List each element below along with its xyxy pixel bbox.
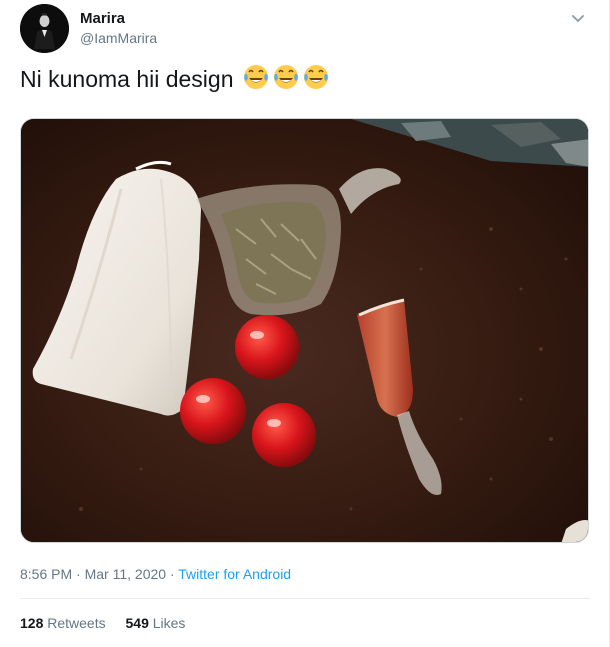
tweet-meta: 8:56 PM · Mar 11, 2020 · Twitter for And… [20, 565, 291, 583]
tears-of-joy-icon [302, 63, 330, 98]
avatar[interactable] [20, 4, 69, 53]
retweets-stat[interactable]: 128 Retweets [20, 614, 106, 632]
divider [20, 598, 590, 599]
more-options-button[interactable] [566, 8, 590, 32]
tweet-text: Ni kunoma hii design [20, 63, 330, 98]
retweets-label: Retweets [47, 615, 106, 631]
tweet-body: Ni kunoma hii design [20, 66, 234, 92]
tweet-time[interactable]: 8:56 PM [20, 566, 72, 582]
meta-separator: · [72, 566, 85, 582]
tweet-source-link[interactable]: Twitter for Android [178, 566, 291, 582]
retweets-count: 128 [20, 615, 44, 631]
meta-separator: · [166, 566, 179, 582]
likes-label: Likes [152, 615, 186, 631]
tweet-date[interactable]: Mar 11, 2020 [85, 566, 166, 582]
author-names: Marira @IamMarira [80, 10, 157, 48]
tweet-header: Marira @IamMarira [20, 4, 590, 54]
tweet-card: Marira @IamMarira Ni kunoma hii design 8… [0, 0, 610, 647]
chevron-down-icon [571, 11, 585, 29]
tweet-photo[interactable] [20, 118, 589, 543]
author-display-name[interactable]: Marira [80, 10, 157, 28]
author-handle[interactable]: @IamMarira [80, 28, 157, 48]
tweet-stats: 128 Retweets 549 Likes [20, 614, 201, 632]
tears-of-joy-icon [242, 63, 270, 98]
likes-count: 549 [125, 615, 149, 631]
tears-of-joy-icon [272, 63, 300, 98]
likes-stat[interactable]: 549 Likes [126, 614, 186, 632]
